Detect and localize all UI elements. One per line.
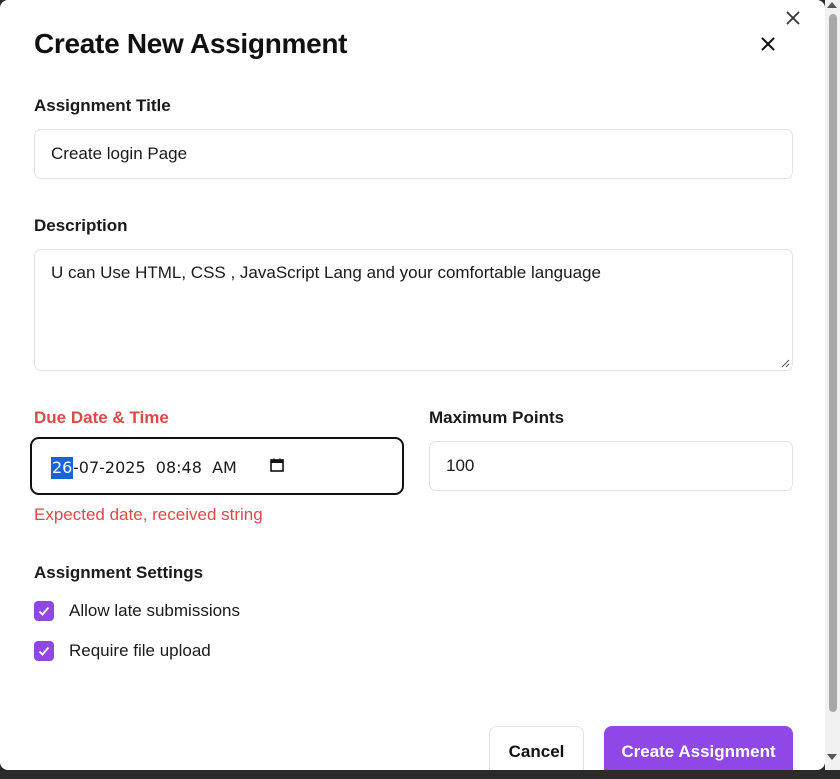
scroll-down-icon[interactable] [827,754,837,760]
create-assignment-dialog: Create New Assignment Assignment Title C… [0,0,825,770]
maximum-points-value: 100 [446,456,475,475]
assignment-title-input[interactable]: Create login Page [34,129,793,179]
scrollbar-thumb[interactable] [829,14,837,712]
scroll-up-icon[interactable] [827,2,837,8]
maximum-points-input[interactable]: 100 [429,441,793,491]
description-label: Description [34,216,128,235]
assignment-settings-heading: Assignment Settings [34,563,204,582]
checkmark-icon [38,646,50,656]
calendar-icon[interactable] [269,457,285,473]
allow-late-submissions-option[interactable]: Allow late submissions [34,601,240,621]
description-textarea[interactable]: U can Use HTML, CSS , JavaScript Lang an… [34,249,793,371]
due-date-label: Due Date & Time [34,408,169,427]
due-date-day-segment[interactable]: 26 [51,457,74,479]
close-icon[interactable] [759,35,777,53]
close-icon[interactable] [784,9,802,27]
due-date-error: Expected date, received string [34,505,263,524]
checkmark-icon [38,606,50,616]
allow-late-submissions-label: Allow late submissions [69,601,241,620]
require-file-upload-checkbox[interactable] [34,641,54,661]
require-file-upload-option[interactable]: Require file upload [34,641,211,661]
cancel-button[interactable]: Cancel [489,726,584,770]
allow-late-submissions-checkbox[interactable] [34,601,54,621]
resize-grip-icon[interactable] [780,358,790,368]
due-date-rest: -07-2025 08:48 AM [73,458,237,477]
maximum-points-label: Maximum Points [429,408,565,427]
create-assignment-button[interactable]: Create Assignment [604,726,793,770]
require-file-upload-label: Require file upload [69,641,211,660]
dialog-title: Create New Assignment [34,28,348,59]
due-date-input[interactable]: 26 -07-2025 08:48 AM [30,437,404,495]
assignment-title-value: Create login Page [51,144,188,163]
description-value: U can Use HTML, CSS , JavaScript Lang an… [51,263,601,282]
assignment-title-label: Assignment Title [34,96,171,115]
